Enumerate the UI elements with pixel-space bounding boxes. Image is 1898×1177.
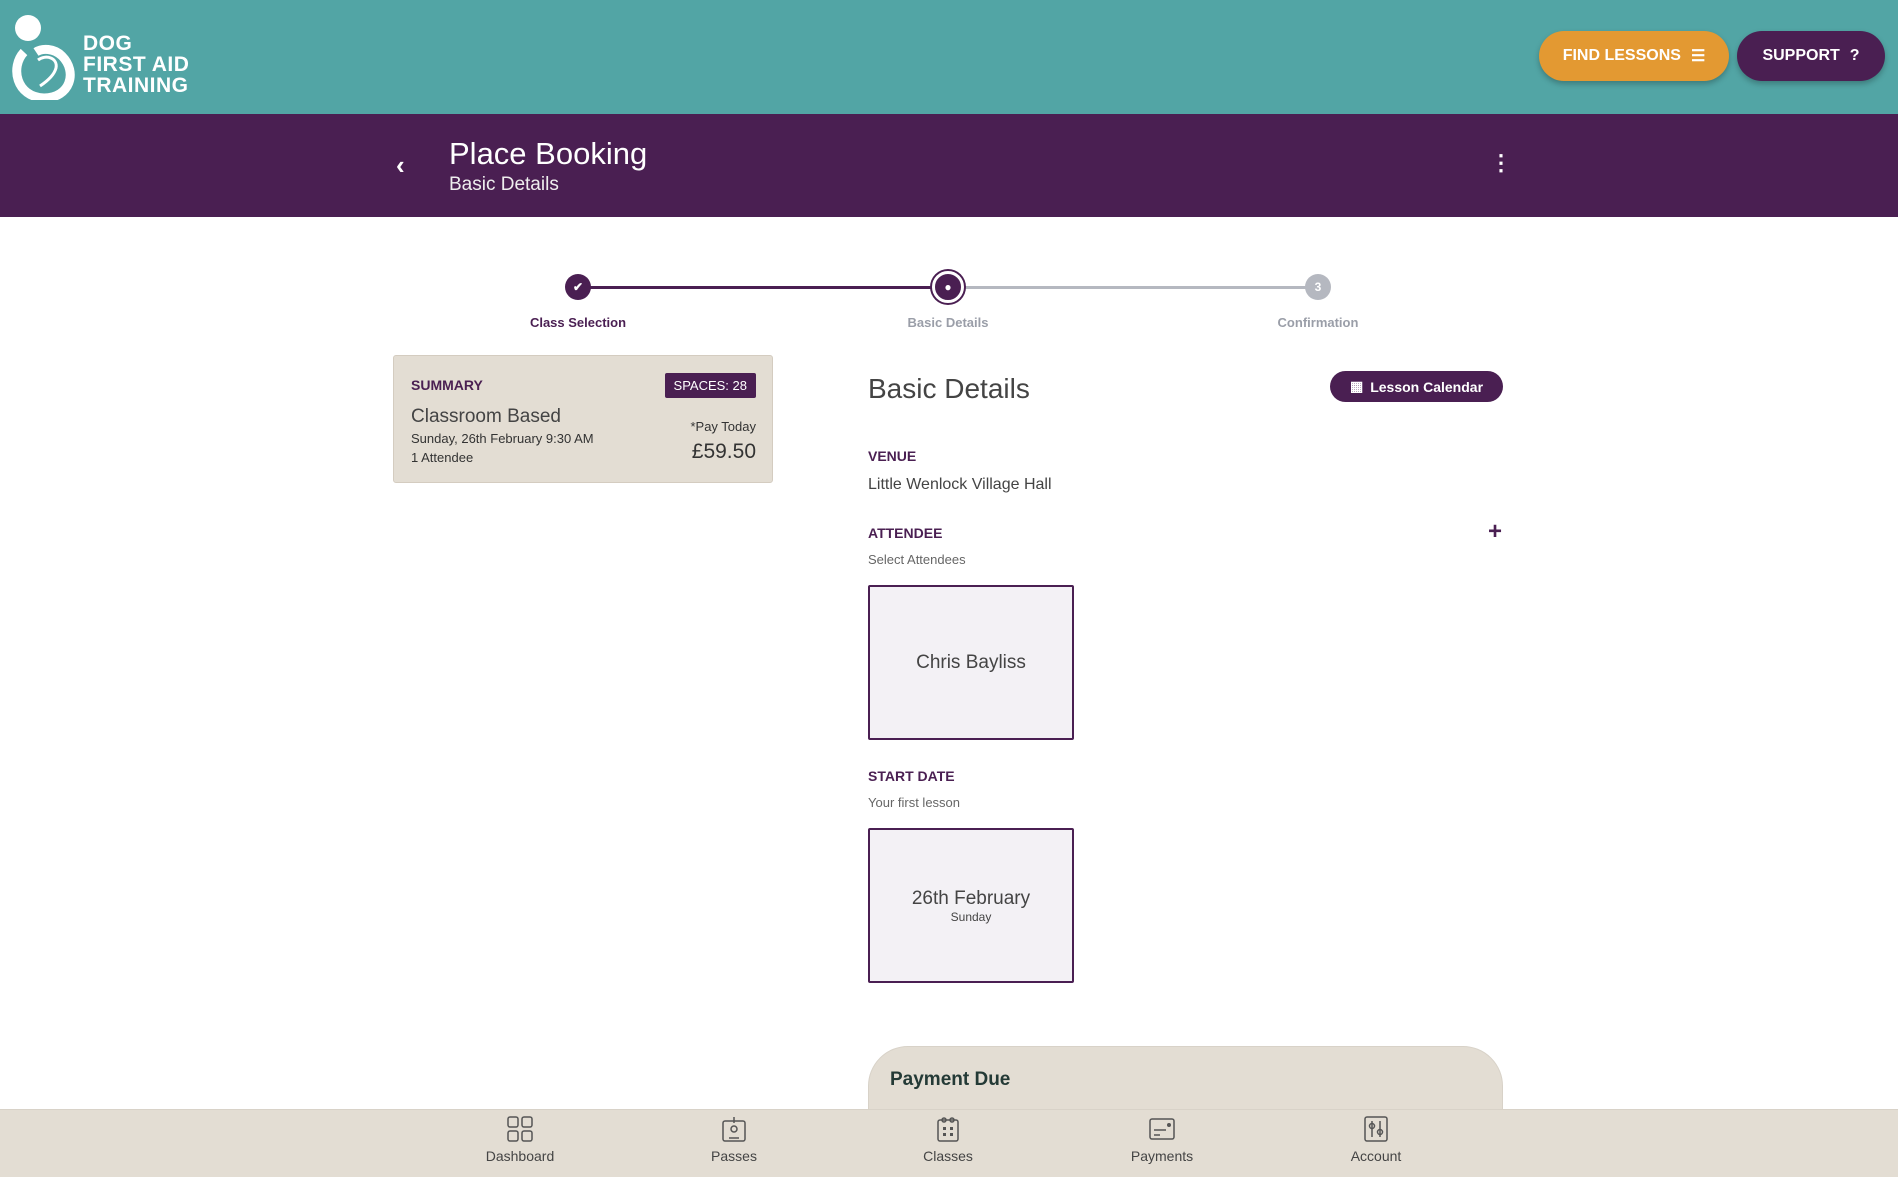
grid-icon [507, 1116, 533, 1142]
logo-line: DOG [83, 32, 133, 55]
check-icon: ✔ [565, 274, 591, 300]
section-heading: Basic Details [868, 373, 1030, 404]
attendee-option[interactable]: Chris Bayliss [868, 585, 1074, 740]
calendar-icon: ▦ [1349, 378, 1364, 394]
class-datetime: Sunday, 26th February 9:30 AM [411, 431, 594, 446]
more-options-icon[interactable]: ⋮ [1490, 150, 1512, 176]
step-label: Confirmation [1277, 315, 1359, 330]
nav-label: Payments [1130, 1148, 1194, 1164]
nav-payments[interactable]: Payments [1102, 1116, 1222, 1164]
stepper-line-pending [948, 286, 1318, 289]
step-label: Basic Details [907, 315, 989, 330]
support-button[interactable]: SUPPORT? [1737, 31, 1885, 81]
support-label: SUPPORT [1762, 47, 1840, 64]
summary-card: SUMMARY SPACES: 28 Classroom Based Sunda… [393, 355, 773, 483]
attendee-hint: Select Attendees [868, 552, 966, 567]
nav-label: Account [1350, 1148, 1402, 1164]
nav-label: Dashboard [485, 1148, 555, 1164]
location-pin-icon: ● [932, 271, 964, 303]
attendee-name: Chris Bayliss [916, 651, 1026, 673]
nav-label: Passes [711, 1148, 757, 1164]
spaces-badge: SPACES: 28 [664, 373, 756, 398]
step-label[interactable]: Class Selection [478, 315, 678, 330]
find-lessons-label: FIND LESSONS [1562, 47, 1681, 64]
payment-due-heading: Payment Due [890, 1069, 1011, 1090]
lesson-calendar-button[interactable]: ▦ Lesson Calendar [1330, 371, 1503, 402]
class-name: Classroom Based [411, 406, 561, 427]
page-header [0, 114, 1898, 217]
attendee-label: ATTENDEE [868, 525, 943, 541]
start-date-value: 26th February [911, 887, 1031, 909]
page-title: Place Booking [449, 136, 648, 171]
venue-value: Little Wenlock Village Hall [868, 476, 1052, 493]
nav-classes[interactable]: Classes [888, 1116, 1008, 1164]
signpost-icon: ☰ [1690, 48, 1706, 65]
find-lessons-button[interactable]: FIND LESSONS ☰ [1539, 31, 1729, 81]
nav-account[interactable]: Account [1316, 1116, 1436, 1164]
price: £59.50 [691, 440, 756, 463]
sliders-icon [1364, 1116, 1388, 1142]
attendee-count: 1 Attendee [411, 450, 474, 465]
card-icon [1149, 1118, 1175, 1140]
logo-icon [12, 15, 75, 100]
nav-label: Classes [923, 1148, 973, 1164]
venue-label: VENUE [868, 448, 917, 464]
lesson-calendar-label: Lesson Calendar [1370, 378, 1484, 395]
start-date-option[interactable]: 26th February Sunday [868, 828, 1074, 983]
summary-heading: SUMMARY [411, 377, 483, 393]
logo-text: DOG FIRST AID TRAINING [83, 33, 189, 96]
pay-today-label: *Pay Today [690, 419, 756, 434]
logo-line: TRAINING [83, 74, 189, 97]
add-attendee-plus-icon[interactable]: + [1488, 518, 1502, 546]
calendar-icon [937, 1117, 959, 1142]
start-day-value: Sunday [950, 909, 992, 924]
start-date-label: START DATE [868, 768, 955, 784]
nav-passes[interactable]: Passes [674, 1116, 794, 1164]
nav-dashboard[interactable]: Dashboard [460, 1116, 580, 1164]
stepper-line-complete [578, 286, 948, 289]
back-chevron-icon[interactable]: ‹ [396, 150, 405, 181]
logo-line: FIRST AID [83, 53, 190, 76]
step-number: 3 [1305, 274, 1331, 300]
page-subtitle: Basic Details [449, 174, 559, 195]
start-date-hint: Your first lesson [868, 795, 961, 810]
badge-icon [722, 1117, 746, 1142]
help-bubble-icon: ? [1849, 47, 1860, 64]
